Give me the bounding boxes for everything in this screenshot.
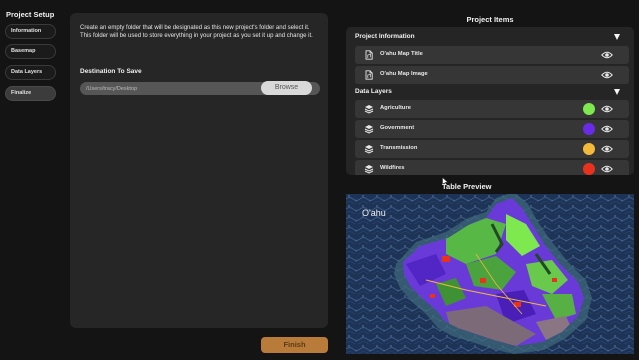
finish-button[interactable]: Finish	[261, 337, 328, 353]
item-label: Transmission	[380, 145, 418, 151]
document-icon	[365, 70, 373, 80]
sidebar-item-data-layers[interactable]: Data Layers	[5, 65, 56, 80]
document-icon	[365, 50, 373, 60]
sidebar-item-information[interactable]: Information	[5, 24, 56, 39]
layer-color-swatch[interactable]	[583, 143, 595, 155]
eye-icon[interactable]	[601, 50, 613, 60]
list-item[interactable]: O'ahu Map Image	[355, 66, 629, 84]
finalize-panel: Create an empty folder that will be desi…	[70, 13, 328, 328]
list-item[interactable]: Government	[355, 120, 629, 138]
list-item[interactable]: Transmission	[355, 140, 629, 158]
layer-color-swatch[interactable]	[583, 163, 595, 175]
layers-icon	[364, 105, 374, 114]
item-label: O'ahu Map Image	[380, 71, 428, 77]
map-preview[interactable]: O'ahu	[346, 194, 634, 354]
data-layers-header: Data Layers	[355, 88, 392, 95]
item-label: Agriculture	[380, 105, 411, 111]
item-label: Wildfires	[380, 165, 405, 171]
sidebar-item-basemap[interactable]: Basemap	[5, 44, 56, 59]
item-label: O'ahu Map Title	[380, 51, 423, 57]
layer-color-swatch[interactable]	[583, 123, 595, 135]
eye-icon[interactable]	[601, 124, 613, 134]
collapse-project-information-icon[interactable]	[614, 34, 620, 40]
oahu-map-image	[346, 194, 634, 354]
sidebar: Project Setup Information Basemap Data L…	[0, 0, 62, 360]
layers-icon	[364, 125, 374, 134]
layers-icon	[364, 165, 374, 174]
sidebar-title: Project Setup	[6, 10, 55, 19]
collapse-data-layers-icon[interactable]	[614, 89, 620, 95]
eye-icon[interactable]	[601, 104, 613, 114]
instructions-text: Create an empty folder that will be desi…	[80, 25, 313, 39]
layer-color-swatch[interactable]	[583, 103, 595, 115]
list-item[interactable]: Wildfires	[355, 160, 629, 175]
sidebar-item-finalize[interactable]: Finalize	[5, 86, 56, 101]
item-label: Government	[380, 125, 415, 131]
map-label: O'ahu	[362, 208, 386, 218]
list-item[interactable]: Agriculture	[355, 100, 629, 118]
list-item[interactable]: O'ahu Map Title	[355, 46, 629, 64]
eye-icon[interactable]	[601, 144, 613, 154]
eye-icon[interactable]	[601, 70, 613, 80]
destination-label: Destination To Save	[80, 68, 142, 75]
table-preview-title: Table Preview	[442, 182, 492, 191]
eye-icon[interactable]	[601, 164, 613, 174]
project-items-panel: Project Information O'ahu Map Title O'ah…	[346, 27, 634, 175]
project-items-title: Project Items	[466, 15, 514, 24]
browse-button[interactable]: Browse	[261, 81, 312, 95]
project-information-header: Project Information	[355, 33, 415, 40]
layers-icon	[364, 145, 374, 154]
